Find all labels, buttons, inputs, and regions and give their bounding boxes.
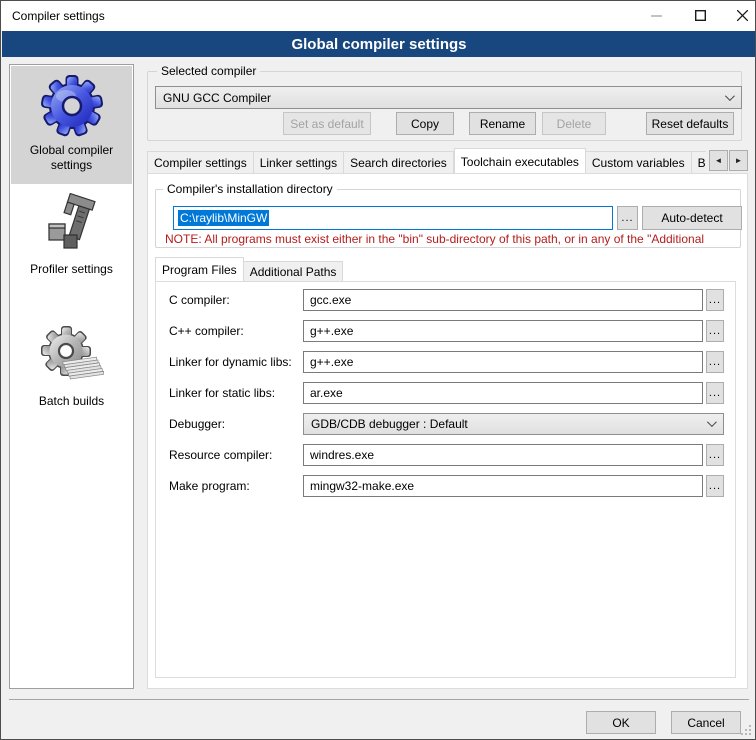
copy-button[interactable]: Copy (396, 112, 454, 135)
tab-build-options[interactable]: Build options (692, 151, 706, 174)
maximize-button[interactable] (683, 1, 717, 30)
c-compiler-label: C compiler: (169, 293, 230, 307)
footer-divider (9, 699, 749, 700)
tab-scroll-right-button[interactable]: ► (729, 150, 748, 171)
tab-scroll-left-button[interactable]: ◄ (709, 150, 728, 171)
c-compiler-input[interactable] (303, 289, 703, 311)
tab-linker-settings[interactable]: Linker settings (254, 151, 344, 174)
sidebar-item-batch-builds[interactable]: Batch builds (11, 321, 132, 421)
reset-defaults-button[interactable]: Reset defaults (646, 112, 734, 135)
linker-dynamic-browse-button[interactable]: ... (706, 351, 724, 373)
cancel-button[interactable]: Cancel (671, 711, 741, 734)
debugger-select-value: GDB/CDB debugger : Default (311, 417, 468, 431)
sidebar-item-label: Profiler settings (11, 262, 132, 277)
blue-gear-icon (40, 74, 104, 138)
cpp-compiler-browse-button[interactable]: ... (706, 320, 724, 342)
maximize-icon (695, 10, 706, 21)
sidebar-item-label: Global compiler settings (11, 143, 132, 173)
selected-compiler-group-label: Selected compiler (157, 64, 260, 78)
page-title: Global compiler settings (2, 31, 756, 57)
minimize-icon (651, 10, 662, 21)
tab-additional-paths[interactable]: Additional Paths (244, 261, 344, 282)
sidebar-item-global-compiler-settings[interactable]: Global compiler settings (11, 66, 132, 184)
caliper-tool-icon (40, 193, 104, 257)
delete-button[interactable]: Delete (542, 112, 606, 135)
window-title: Compiler settings (12, 9, 105, 23)
compiler-select-value: GNU GCC Compiler (163, 91, 271, 105)
linker-static-input[interactable] (303, 382, 703, 404)
tab-toolchain-executables[interactable]: Toolchain executables (454, 148, 586, 174)
close-icon (737, 10, 748, 21)
debugger-select[interactable]: GDB/CDB debugger : Default (303, 413, 724, 435)
tab-search-directories[interactable]: Search directories (344, 151, 454, 174)
titlebar: Compiler settings (1, 1, 755, 31)
install-dir-group-label: Compiler's installation directory (163, 182, 337, 196)
make-program-browse-button[interactable]: ... (706, 475, 724, 497)
main-tabbar: Compiler settings Linker settings Search… (147, 148, 706, 174)
gray-gear-stack-icon (40, 325, 104, 389)
debugger-label: Debugger: (169, 417, 225, 431)
tab-compiler-settings[interactable]: Compiler settings (147, 151, 254, 174)
linker-static-browse-button[interactable]: ... (706, 382, 724, 404)
install-dir-browse-button[interactable]: ... (617, 206, 638, 230)
install-dir-input[interactable]: C:\raylib\MinGW (173, 206, 613, 230)
scroll-left-icon: ◄ (715, 156, 723, 165)
cpp-compiler-input[interactable] (303, 320, 703, 342)
sidebar-item-profiler-settings[interactable]: Profiler settings (11, 189, 132, 299)
tab-custom-variables[interactable]: Custom variables (586, 151, 692, 174)
programs-tabbar: Program Files Additional Paths (155, 257, 555, 282)
auto-detect-button[interactable]: Auto-detect (642, 206, 742, 230)
settings-sidebar: Global compiler settings Profiler settin… (9, 64, 134, 689)
compiler-select[interactable]: GNU GCC Compiler (155, 86, 742, 109)
scroll-right-icon: ► (735, 156, 743, 165)
linker-static-label: Linker for static libs: (169, 386, 275, 400)
resize-grip[interactable] (741, 725, 751, 735)
make-program-input[interactable] (303, 475, 703, 497)
chevron-down-icon (707, 417, 717, 427)
tab-program-files[interactable]: Program Files (155, 257, 244, 282)
linker-dynamic-label: Linker for dynamic libs: (169, 355, 292, 369)
cpp-compiler-label: C++ compiler: (169, 324, 244, 338)
minimize-button[interactable] (639, 1, 673, 30)
sidebar-item-label: Batch builds (11, 394, 132, 409)
linker-dynamic-input[interactable] (303, 351, 703, 373)
install-dir-note: NOTE: All programs must exist either in … (165, 232, 739, 246)
install-dir-value: C:\raylib\MinGW (178, 210, 269, 226)
ok-button[interactable]: OK (586, 711, 656, 734)
close-button[interactable] (725, 1, 756, 30)
rename-button[interactable]: Rename (469, 112, 536, 135)
chevron-down-icon (725, 91, 735, 101)
make-program-label: Make program: (169, 479, 250, 493)
compiler-settings-dialog: Compiler settings Global compiler settin… (0, 0, 756, 740)
set-as-default-button[interactable]: Set as default (283, 112, 371, 135)
resource-compiler-label: Resource compiler: (169, 448, 272, 462)
resource-compiler-browse-button[interactable]: ... (706, 444, 724, 466)
c-compiler-browse-button[interactable]: ... (706, 289, 724, 311)
resource-compiler-input[interactable] (303, 444, 703, 466)
